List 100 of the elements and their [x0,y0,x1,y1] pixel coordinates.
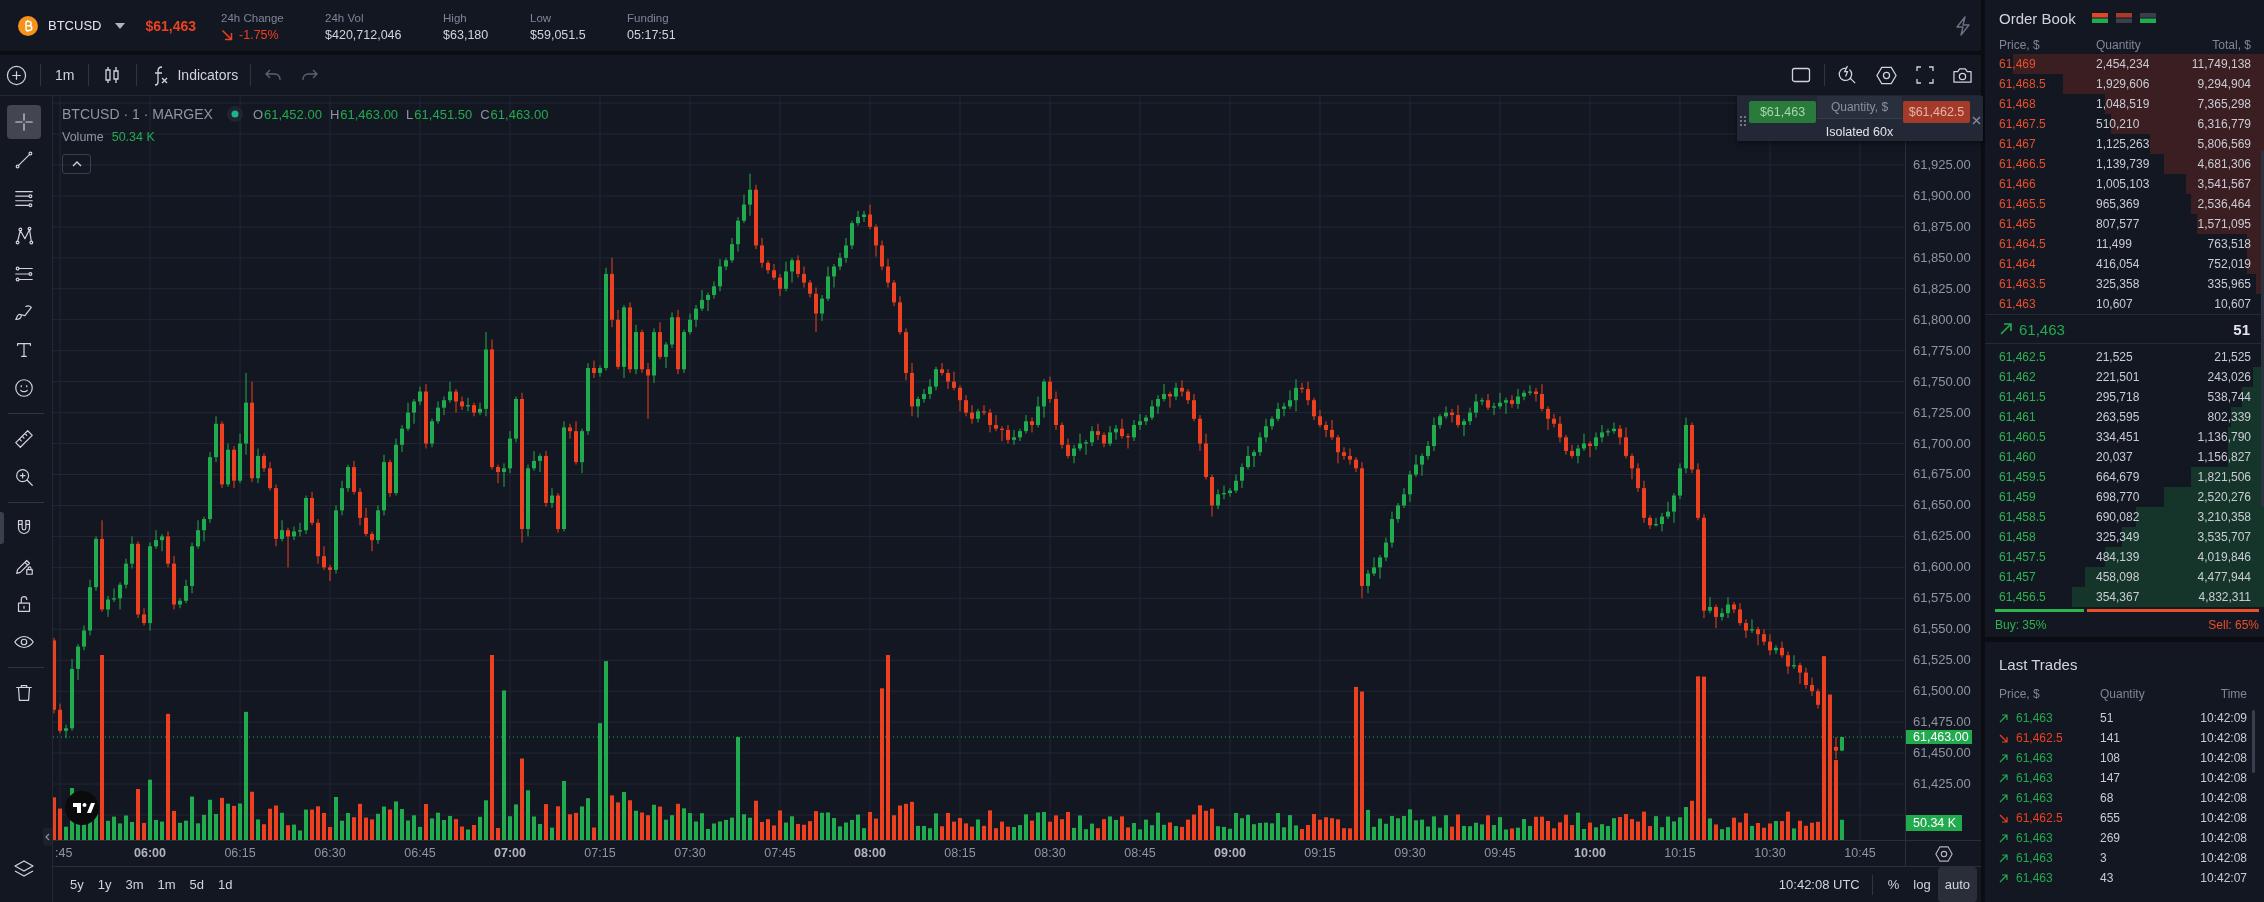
stat-label: Funding [627,10,670,25]
quantity-cell-text: 20,037 [2096,450,2134,464]
price-axis-label: 61,475.00 [1912,715,1972,730]
trade-quantity: 108 [2100,751,2122,765]
price-axis-label: 61,850.00 [1912,250,1972,265]
ask-price: 61,464 [1999,257,2037,271]
trade-quantity: 141 [2100,731,2122,745]
quantity-cell-text: 484,139 [2096,550,2141,564]
column-header: Time [2220,687,2247,701]
bid-price: 61,459.5 [1999,470,2047,484]
quantity-cell-text: 1,125,263 [2096,137,2151,151]
stat-value: 05:17:51 [627,27,676,43]
mid-price: 61,463 [2019,320,2065,338]
price-axis-label: 61,425.00 [1912,777,1972,791]
utc-clock: 10:42:08 UTC [1778,877,1860,892]
total-cell: 9,294,904 [2197,77,2251,91]
price-axis-label: 61,925.00 [1912,157,1972,172]
price-axis-label: 61,675.00 [1912,467,1972,482]
total-cell: 4,832,311 [2198,590,2251,604]
stat-value: $63,180 [443,27,489,43]
price-axis-label: 61,625.00 [1912,529,1972,544]
quantity-cell-text: 1,929,606 [2096,77,2151,91]
trade-time: 10:42:08 [2200,831,2247,845]
ohlc-reading: C61,463.00 [480,106,549,122]
ask-price: 61,466 [1999,177,2037,191]
time-axis-label: 10:45 [1844,846,1876,861]
trade-price: 61,463 [2016,771,2054,785]
trade-quantity: 51 [2100,711,2115,725]
ohlc-reading: L61,451.50 [406,106,473,122]
trade-quantity: 43 [2100,871,2115,885]
time-axis-label: 06:30 [314,846,346,861]
volume-label: Volume [62,130,104,144]
ask-price: 61,463.5 [1999,277,2047,291]
column-header: Price, $ [1999,687,2041,701]
time-axis-label: 07:30 [674,846,706,861]
bid-price: 61,462 [1999,370,2037,384]
total-cell: 802,339 [2207,410,2251,424]
trade-time: 10:42:07 [2200,871,2247,885]
quantity-cell-text: 690,082 [2096,510,2141,524]
time-axis-label: 06:15 [224,846,256,861]
quantity-cell-text: 965,369 [2096,197,2141,211]
total-cell: 2,520,276 [2197,490,2251,504]
bid-price: 61,458 [1999,530,2037,544]
quantity-cell-text: 325,349 [2096,530,2141,544]
ask-price: 61,468.5 [1999,77,2047,91]
ask-price: 61,466.5 [1999,157,2047,171]
time-axis-label: :45 [55,846,73,861]
quantity-cell-text: 354,367 [2096,590,2141,604]
trade-price: 61,463 [2016,711,2054,725]
stat-value: -1.75% [239,27,279,43]
trade-quantity: 3 [2100,851,2108,865]
total-cell: 3,535,707 [2197,530,2251,544]
time-axis-label: 10:00 [1574,846,1606,861]
quantity-cell-text: 458,098 [2096,570,2141,584]
total-cell: 2,536,464 [2197,197,2251,211]
time-axis-label: 09:00 [1214,846,1246,861]
trade-quantity: 147 [2100,771,2122,785]
price-axis-label: 61,575.00 [1912,591,1972,606]
quantity-cell-text: 1,139,739 [2096,157,2151,171]
price-axis-label: 61,825.00 [1912,281,1972,296]
total-cell: 10,607 [2214,297,2251,311]
trade-time: 10:42:08 [2200,751,2247,765]
panel-title: Last Trades [1998,655,2079,675]
ask-price: 61,467.5 [1999,117,2047,131]
trade-price: 61,463 [2016,791,2054,805]
price-axis-label: 61,525.00 [1912,653,1972,668]
quantity-cell-text: 2,454,234 [2096,57,2151,71]
price-axis-label: 61,700.00 [1912,436,1972,451]
time-axis-label: 06:00 [134,846,166,861]
ohlc-reading: O61,452.00 [252,106,322,122]
quantity-cell-text: 11,499 [2096,237,2133,251]
column-header: Total, $ [2212,38,2251,52]
bid-price: 61,461 [1999,410,2037,424]
time-axis-label: 10:30 [1754,846,1786,861]
total-cell: 243,026 [2207,370,2251,384]
column-header: Price, $ [1999,38,2041,52]
bid-price: 61,459 [1999,490,2037,504]
total-cell: 4,681,306 [2197,157,2251,171]
volume-value: 50.34 K [111,130,155,144]
quantity-cell-text: 10,607 [2096,297,2134,311]
quantity-cell-text: 221,501 [2096,370,2141,384]
total-cell: 335,965 [2207,277,2251,291]
time-axis-label: 08:30 [1034,846,1066,861]
quantity-cell-text: 1,005,103 [2096,177,2151,191]
last-price: $61,463 [145,17,197,34]
quantity-cell-text: 263,595 [2096,410,2141,424]
total-cell: 1,156,827 [2197,450,2251,464]
chart-symbol-title: BTCUSD · 1 · MARGEX [62,106,213,122]
price-axis-label: 61,775.00 [1912,343,1972,358]
total-cell: 11,749,138 [2191,57,2251,71]
bid-price: 61,456.5 [1999,590,2047,604]
trade-time: 10:42:08 [2200,771,2247,785]
bid-price: 61,457 [1999,570,2037,584]
stat-value: $59,051.5 [530,27,586,43]
ask-price: 61,464.5 [1999,237,2047,251]
quantity-cell-text: 807,577 [2096,217,2141,231]
trade-time: 10:42:08 [2200,851,2247,865]
bid-price: 61,461.5 [1999,390,2047,404]
ask-price: 61,465.5 [1999,197,2047,211]
time-axis-label: 09:45 [1484,846,1516,861]
